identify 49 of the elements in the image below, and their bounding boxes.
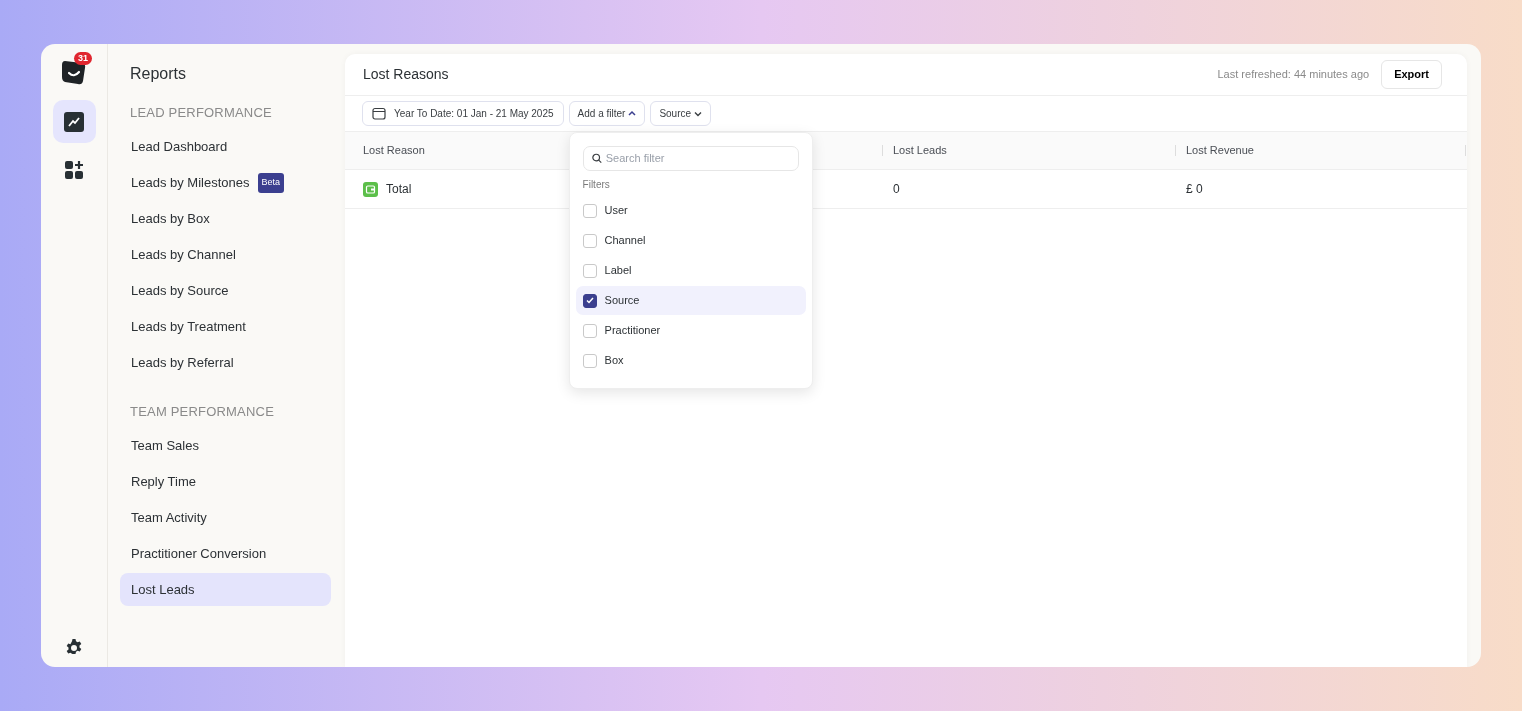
add-filter-button[interactable]: Add a filter xyxy=(568,101,646,126)
column-header: Lost Revenue xyxy=(1175,145,1466,156)
sidebar-item[interactable]: Leads by Box xyxy=(120,202,331,236)
last-refreshed-text: Last refreshed: 44 minutes ago xyxy=(1217,67,1370,83)
sidebar-item[interactable]: Leads by Source xyxy=(120,274,331,308)
table-cell-text: Total xyxy=(386,181,412,198)
search-icon xyxy=(591,153,602,164)
chevron-down-icon xyxy=(694,110,703,117)
checkbox[interactable] xyxy=(582,293,597,308)
sidebar-title: Reports xyxy=(130,64,188,84)
sidebar-item[interactable]: Leads by Referral xyxy=(120,346,331,380)
sidebar-item[interactable]: Leads by Treatment xyxy=(120,310,331,344)
table-cell-text: £ 0 xyxy=(1186,181,1203,198)
settings-icon[interactable] xyxy=(65,639,83,657)
date-range-button[interactable]: Year To Date: 01 Jan - 21 May 2025 xyxy=(362,101,564,126)
page-title: Lost Reasons xyxy=(363,66,450,83)
search-field[interactable]: Search filter xyxy=(582,146,799,171)
filter-chip[interactable]: Source xyxy=(650,101,712,126)
filter-option-label: Channel xyxy=(604,233,646,249)
section-heading: LEAD PERFORMANCE xyxy=(130,104,273,123)
apps-icon xyxy=(64,161,84,180)
dropdown-heading: Filters xyxy=(582,178,611,192)
section-heading: TEAM PERFORMANCE xyxy=(130,402,276,421)
sidebar-item-label[interactable]: Leads by Milestones xyxy=(131,173,250,193)
sidebar-item[interactable]: Leads by Channel xyxy=(120,238,331,272)
notification-count: 31 xyxy=(74,52,92,65)
chart-icon xyxy=(64,111,84,132)
sidebar-item[interactable]: Lead Dashboard xyxy=(120,130,331,164)
wallet-icon xyxy=(363,181,378,197)
check-icon xyxy=(585,297,594,304)
filter-option-label: User xyxy=(604,203,628,219)
sidebar-item[interactable]: Practitioner Conversion xyxy=(120,537,331,571)
table-cell-text: 0 xyxy=(893,181,900,198)
column-header: Lost Reason xyxy=(362,145,426,156)
filter-option-label: Practitioner xyxy=(604,323,661,339)
beta-badge: Beta xyxy=(257,173,285,193)
filter-option-highlight[interactable]: Source xyxy=(575,286,806,315)
sidebar-item[interactable]: Team Sales xyxy=(120,429,331,463)
column-header: Lost Leads xyxy=(882,145,1175,156)
filter-option-label: Box xyxy=(604,353,624,369)
export-button[interactable]: Export xyxy=(1381,60,1442,89)
sidebar-item[interactable]: Lost Leads xyxy=(120,573,331,607)
filter-option-label: Source xyxy=(604,293,640,309)
rail-button[interactable] xyxy=(52,100,96,143)
sidebar-item[interactable]: Reply Time xyxy=(120,465,331,499)
caret-icon xyxy=(628,110,637,117)
sidebar-item[interactable]: Team Activity xyxy=(120,501,331,535)
calendar-icon xyxy=(372,107,386,120)
filter-option-label: Label xyxy=(604,263,632,279)
